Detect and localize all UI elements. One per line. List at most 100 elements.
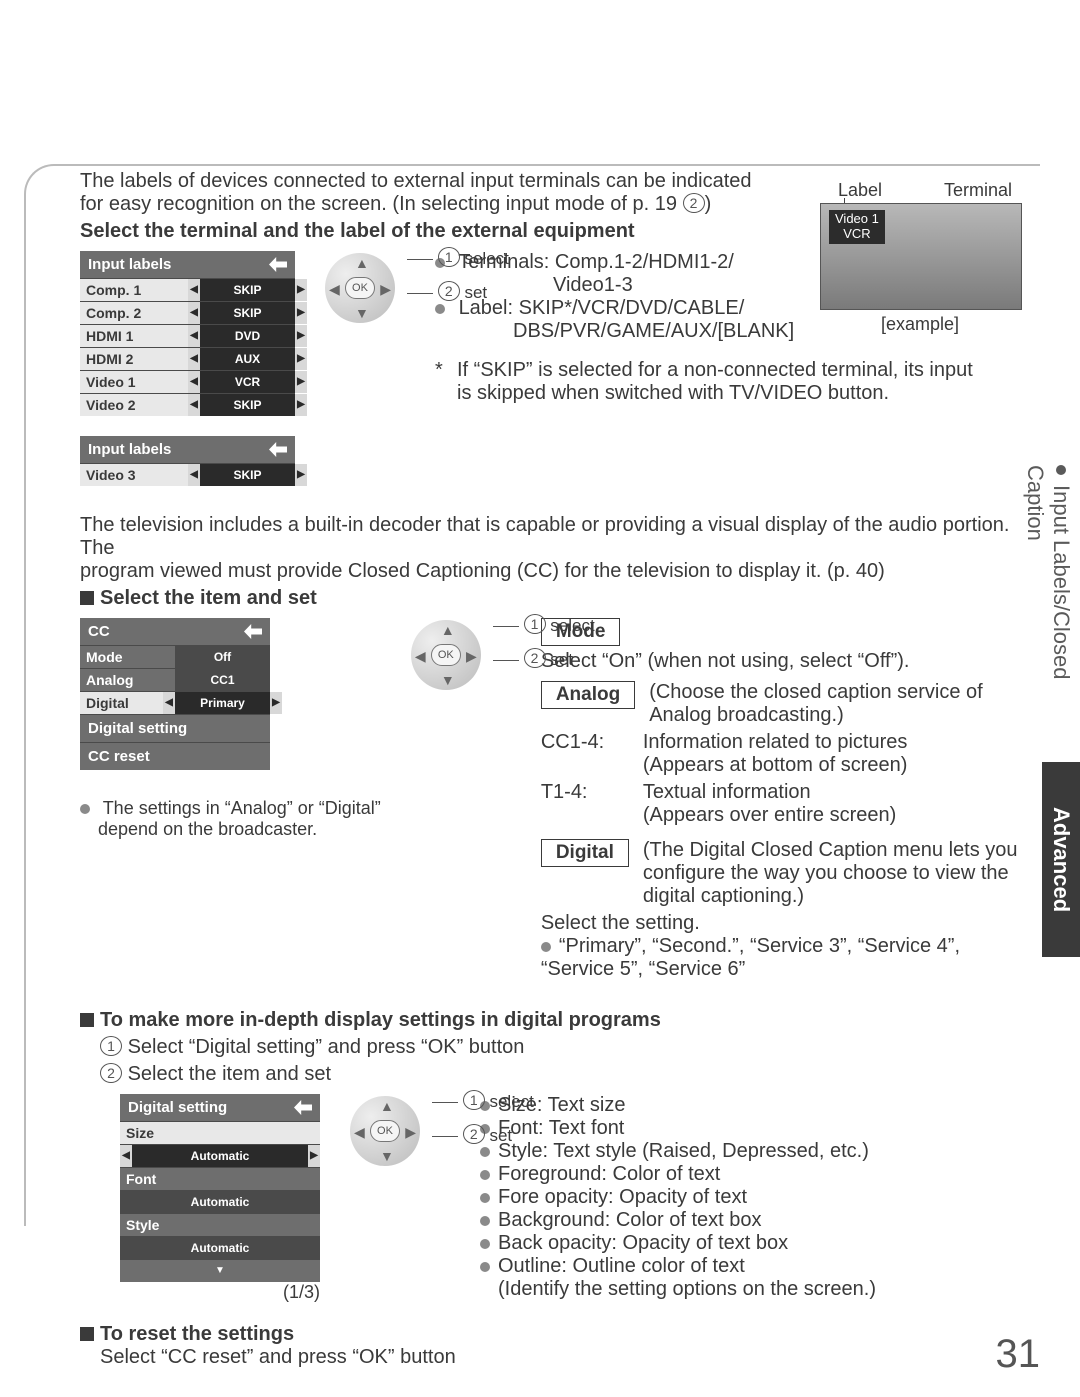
- osd-row[interactable]: HDMI 1◀DVD▶: [80, 324, 295, 347]
- osd-row[interactable]: Comp. 1◀SKIP▶: [80, 278, 295, 301]
- analog-desc: (Choose the closed caption service of An…: [649, 681, 1020, 727]
- badge-2-icon: 2: [683, 193, 705, 213]
- arrow-left-icon[interactable]: ◀: [354, 1124, 365, 1141]
- digital-box: Digital: [541, 839, 629, 867]
- back-icon[interactable]: [269, 442, 287, 457]
- osd-row[interactable]: Digital◀Primary▶: [80, 691, 270, 714]
- osd-row[interactable]: ◀Automatic▶: [120, 1144, 320, 1167]
- osd-digital-setting: Digital setting Size ◀Automatic▶ Font Au…: [120, 1094, 320, 1282]
- osd-cc: CC ModeOff AnalogCC1 Digital◀Primary▶ Di…: [80, 618, 270, 770]
- back-icon[interactable]: [294, 1100, 312, 1115]
- arrow-up-icon[interactable]: ▲: [380, 1098, 394, 1114]
- dpad-select-label: select: [550, 616, 594, 635]
- back-icon[interactable]: [269, 257, 287, 272]
- osd-row[interactable]: Automatic: [120, 1190, 320, 1213]
- heading-digital-settings: To make more in-depth display settings i…: [80, 1009, 1020, 1032]
- step-1-icon: 1: [438, 247, 460, 267]
- dpad-set-label: set: [464, 283, 487, 302]
- cc14-label: CC1-4:: [541, 731, 629, 754]
- t14-desc1: Textual information: [643, 781, 896, 804]
- dpad-select-label: select: [489, 1092, 533, 1111]
- dpad-set-label: set: [489, 1126, 512, 1145]
- terminals-bullet: Terminals: Comp.1-2/HDMI1-2/: [435, 251, 1020, 274]
- osd-row[interactable]: Style: [120, 1213, 320, 1236]
- osd-row[interactable]: Video 2◀SKIP▶: [80, 393, 295, 416]
- osd-row[interactable]: Font: [120, 1167, 320, 1190]
- step1: 1 Select “Digital setting” and press “OK…: [100, 1036, 1020, 1059]
- osd-action-cc-reset[interactable]: CC reset: [80, 742, 270, 770]
- section-digital-settings: To make more in-depth display settings i…: [80, 1009, 1020, 1303]
- osd-digital-title: Digital setting: [120, 1094, 320, 1121]
- skip-note: * If “SKIP” is selected for a non-connec…: [435, 359, 1020, 405]
- osd-input-title-2: Input labels: [80, 436, 295, 463]
- osd-scroll-down[interactable]: ▼: [120, 1259, 320, 1282]
- list-item: Background: Color of text box: [480, 1209, 1020, 1232]
- intro-line2: for easy recognition on the screen. (In …: [80, 193, 1020, 216]
- arrow-up-icon[interactable]: ▲: [441, 622, 455, 638]
- step-2-icon: 2: [438, 281, 460, 301]
- arrow-up-icon[interactable]: ▲: [355, 255, 369, 271]
- osd-row[interactable]: Size: [120, 1121, 320, 1144]
- arrow-down-icon[interactable]: ▼: [355, 305, 369, 321]
- section-input-labels: The labels of devices connected to exter…: [80, 170, 1020, 486]
- dpad-set-label: set: [550, 650, 573, 669]
- step-2-icon: 2: [463, 1124, 485, 1144]
- osd-row[interactable]: AnalogCC1: [80, 668, 270, 691]
- osd-row[interactable]: HDMI 2◀AUX▶: [80, 347, 295, 370]
- step2: 2 Select the item and set: [100, 1063, 1020, 1086]
- arrow-left-icon[interactable]: ◀: [329, 281, 340, 298]
- t14-desc2: (Appears over entire screen): [643, 804, 896, 827]
- digital-desc: (The Digital Closed Caption menu lets yo…: [643, 839, 1020, 908]
- mode-text: Select “On” (when not using, select “Off…: [541, 650, 1020, 673]
- arrow-right-icon[interactable]: ▶: [405, 1124, 416, 1141]
- analog-box: Analog: [541, 681, 635, 709]
- osd-pager: (1/3): [120, 1282, 320, 1303]
- dpad-control: OK ▲ ▼ ◀ ▶ 1 select 2 set: [340, 1086, 430, 1176]
- osd-row[interactable]: Comp. 2◀SKIP▶: [80, 301, 295, 324]
- heading-select-item: Select the item and set: [80, 587, 1020, 610]
- osd-action-digital-setting[interactable]: Digital setting: [80, 714, 270, 742]
- terminals-line2: Video1-3: [553, 274, 1020, 297]
- back-icon[interactable]: [244, 624, 262, 639]
- ok-button[interactable]: OK: [370, 1120, 400, 1142]
- arrow-right-icon[interactable]: ▶: [380, 281, 391, 298]
- list-item: Fore opacity: Opacity of text: [480, 1186, 1020, 1209]
- arrow-left-icon[interactable]: ◀: [415, 648, 426, 665]
- osd-input-labels: Input labels Comp. 1◀SKIP▶ Comp. 2◀SKIP▶…: [80, 251, 295, 416]
- heading-select-terminal: Select the terminal and the label of the…: [80, 220, 1020, 243]
- t14-label: T1-4:: [541, 781, 629, 804]
- cc-intro-line1: The television includes a built-in decod…: [80, 514, 1020, 560]
- ok-button[interactable]: OK: [345, 277, 375, 299]
- label-line2: DBS/PVR/GAME/AUX/[BLANK]: [513, 320, 1020, 343]
- ok-button[interactable]: OK: [431, 644, 461, 666]
- dpad-control: OK ▲ ▼ ◀ ▶ 1 select 2 set: [401, 610, 491, 700]
- arrow-right-icon[interactable]: ▶: [466, 648, 477, 665]
- cc-intro-line2: program viewed must provide Closed Capti…: [80, 560, 1020, 583]
- osd-row[interactable]: Automatic: [120, 1236, 320, 1259]
- label-bullet: Label: SKIP*/VCR/DVD/CABLE/: [435, 297, 1020, 320]
- section-closed-caption: The television includes a built-in decod…: [80, 514, 1020, 981]
- step-1-icon: 1: [524, 614, 546, 634]
- cc-note-line2: depend on the broadcaster.: [98, 819, 381, 840]
- step-2-icon: 2: [524, 648, 546, 668]
- osd-row[interactable]: ModeOff: [80, 645, 270, 668]
- list-item: Foreground: Color of text: [480, 1163, 1020, 1186]
- select-setting: Select the setting.: [541, 912, 1020, 935]
- list-item: Outline: Outline color of text: [480, 1255, 1020, 1278]
- osd-row[interactable]: Video 1◀VCR▶: [80, 370, 295, 393]
- step-1-icon: 1: [463, 1090, 485, 1110]
- osd-cc-title: CC: [80, 618, 270, 645]
- list-item-tail: (Identify the setting options on the scr…: [498, 1278, 1020, 1301]
- osd-row[interactable]: Video 3◀SKIP▶: [80, 463, 295, 486]
- list-item: Font: Text font: [480, 1117, 1020, 1140]
- cc14-desc2: (Appears at bottom of screen): [643, 754, 908, 777]
- arrow-down-icon[interactable]: ▼: [380, 1148, 394, 1164]
- list-item: Back opacity: Opacity of text box: [480, 1232, 1020, 1255]
- osd-input-labels-2: Input labels Video 3◀SKIP▶: [80, 436, 295, 486]
- list-item: Size: Text size: [480, 1094, 1020, 1117]
- step-1-icon: 1: [100, 1036, 122, 1056]
- arrow-down-icon[interactable]: ▼: [441, 672, 455, 688]
- services-list: “Primary”, “Second.”, “Service 3”, “Serv…: [541, 935, 1020, 981]
- step-2-icon: 2: [100, 1063, 122, 1083]
- cc-note: The settings in “Analog” or “Digital”: [80, 798, 381, 819]
